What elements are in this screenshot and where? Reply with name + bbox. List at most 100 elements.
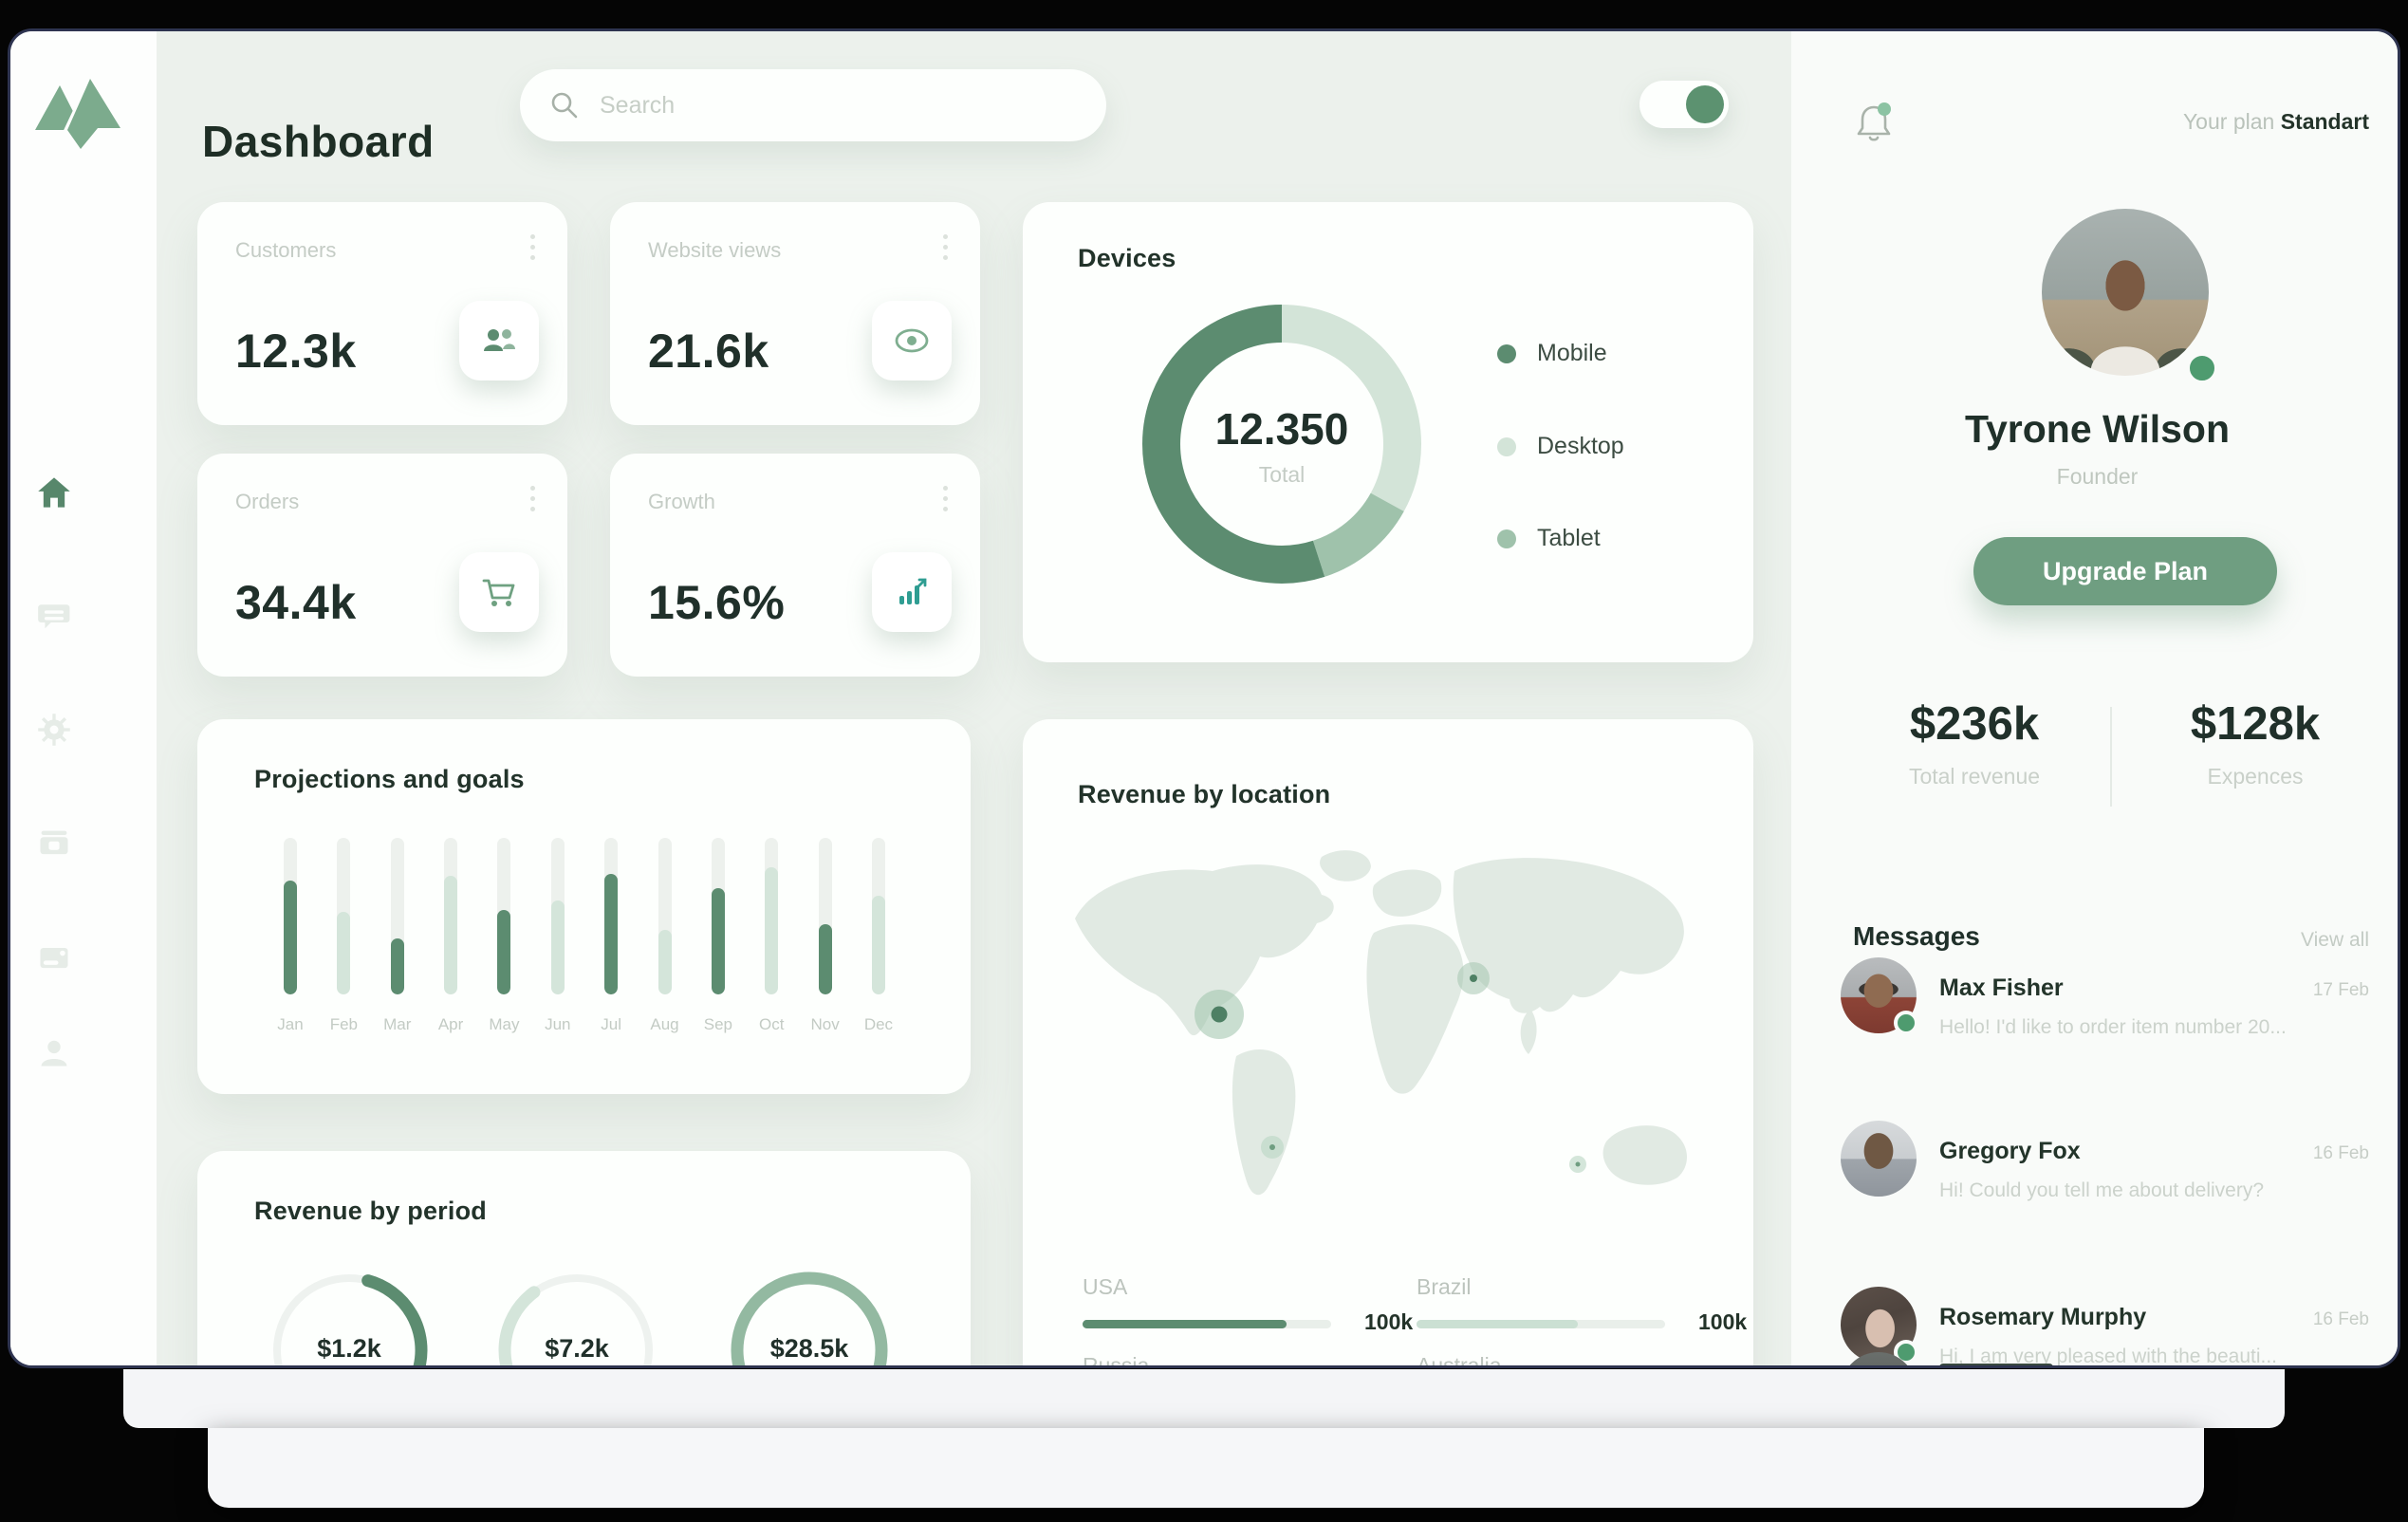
toggle-knob xyxy=(1686,85,1724,123)
bar-jan: Jan xyxy=(271,838,309,1056)
revenue-period-title: Revenue by period xyxy=(254,1197,487,1226)
total-revenue-label: Total revenue xyxy=(1842,764,2107,789)
more-menu-icon[interactable] xyxy=(529,486,535,511)
message-sender: Gregory Fox xyxy=(1939,1138,2081,1165)
location-country-partial: Australia xyxy=(1417,1353,1501,1368)
message-sender-clipped xyxy=(1939,1364,2053,1368)
stat-card-customers: Customers 12.3k xyxy=(197,202,567,425)
growth-icon xyxy=(872,552,952,632)
stat-value: 34.4k xyxy=(235,575,357,630)
chat-icon xyxy=(36,598,72,639)
map-marker-brazil xyxy=(1261,1136,1284,1159)
legend-dot-desktop xyxy=(1497,437,1516,456)
devices-total-value: 12.350 xyxy=(1135,403,1429,455)
map-marker-australia xyxy=(1569,1156,1586,1173)
online-status-dot xyxy=(2186,352,2218,384)
legend-item-desktop: Desktop xyxy=(1497,433,1624,460)
bar-oct: Oct xyxy=(752,838,790,1056)
sidebar-item-wallet[interactable] xyxy=(35,826,73,864)
sidebar xyxy=(10,31,157,1365)
plan-value: Standart xyxy=(2281,109,2369,134)
online-status-dot xyxy=(1894,1011,1918,1035)
sidebar-item-home[interactable] xyxy=(35,475,73,513)
bar-feb: Feb xyxy=(324,838,362,1056)
search-input[interactable] xyxy=(598,91,1057,121)
legend-label: Desktop xyxy=(1537,433,1624,460)
total-revenue-value: $236k xyxy=(1842,697,2107,751)
upgrade-plan-button[interactable]: Upgrade Plan xyxy=(1973,537,2277,605)
message-preview: Hello! I'd like to order item number 20.… xyxy=(1939,1016,2357,1039)
revenue-ring-3: $28.5k xyxy=(729,1270,890,1368)
stage: Dashboard Customers 12.3k Website views … xyxy=(0,0,2408,1522)
bar-mar: Mar xyxy=(379,838,417,1056)
view-all-link[interactable]: View all xyxy=(2301,929,2369,952)
legend-dot-tablet xyxy=(1497,529,1516,548)
location-bar-usa xyxy=(1083,1320,1331,1328)
ring-value: $7.2k xyxy=(496,1334,658,1364)
stat-label: Growth xyxy=(648,490,715,514)
card-icon xyxy=(36,939,72,980)
profile-name: Tyrone Wilson xyxy=(1791,407,2400,452)
devices-donut-chart: 12.350 Total xyxy=(1135,297,1429,591)
sidebar-item-settings[interactable] xyxy=(35,713,73,751)
search-icon xyxy=(548,89,581,121)
avatar xyxy=(1841,1121,1917,1197)
notification-dot xyxy=(1878,102,1891,116)
theme-toggle[interactable] xyxy=(1639,81,1729,128)
location-country-partial: Russia xyxy=(1083,1353,1149,1368)
cart-icon xyxy=(459,552,539,632)
home-icon xyxy=(36,474,72,515)
message-date: 16 Feb xyxy=(2313,1309,2369,1330)
bar-apr: Apr xyxy=(432,838,470,1056)
stat-card-orders: Orders 34.4k xyxy=(197,454,567,677)
messages-heading: Messages xyxy=(1853,921,1980,952)
stat-label: Customers xyxy=(235,238,336,263)
sidebar-item-card[interactable] xyxy=(35,940,73,978)
location-value: 100k xyxy=(1364,1309,1413,1335)
bar-jul: Jul xyxy=(592,838,630,1056)
message-sender: Max Fisher xyxy=(1939,974,2064,1002)
legend-label: Tablet xyxy=(1537,525,1601,552)
revenue-location-card: Revenue by location xyxy=(1023,719,1753,1368)
revenue-location-title: Revenue by location xyxy=(1078,780,1330,809)
stacked-page-back-1 xyxy=(123,1369,2285,1428)
profile-avatar[interactable] xyxy=(2042,209,2209,376)
stat-value: 21.6k xyxy=(648,324,769,379)
expences-value: $128k xyxy=(2122,697,2388,751)
message-date: 16 Feb xyxy=(2313,1143,2369,1164)
more-menu-icon[interactable] xyxy=(942,486,948,511)
bar-may: May xyxy=(485,838,523,1056)
message-date: 17 Feb xyxy=(2313,980,2369,1001)
search-bar[interactable] xyxy=(520,69,1106,141)
revenue-ring-1: $1.2k xyxy=(269,1270,430,1368)
more-menu-icon[interactable] xyxy=(942,234,948,260)
map-marker-usa xyxy=(1195,990,1244,1039)
message-preview: Hi! Could you tell me about delivery? xyxy=(1939,1179,2357,1202)
stat-value: 15.6% xyxy=(648,575,785,630)
stat-card-website-views: Website views 21.6k xyxy=(610,202,980,425)
bar-aug: Aug xyxy=(646,838,684,1056)
bar-nov: Nov xyxy=(806,838,844,1056)
legend-item-mobile: Mobile xyxy=(1497,340,1607,367)
location-country: Brazil xyxy=(1417,1274,1472,1300)
bar-sep: Sep xyxy=(699,838,737,1056)
location-value: 100k xyxy=(1698,1309,1747,1335)
divider xyxy=(2110,707,2112,807)
legend-label: Mobile xyxy=(1537,340,1607,367)
location-country: USA xyxy=(1083,1274,1127,1300)
world-map xyxy=(1037,828,1739,1251)
stat-card-growth: Growth 15.6% xyxy=(610,454,980,677)
revenue-ring-2: $7.2k xyxy=(496,1270,658,1368)
devices-card: Devices 12.350 Total Mobile Desktop xyxy=(1023,202,1753,662)
settings-icon xyxy=(36,712,72,752)
stat-label: Orders xyxy=(235,490,299,514)
expences-label: Expences xyxy=(2122,764,2388,789)
devices-total-label: Total xyxy=(1135,462,1429,488)
sidebar-item-profile[interactable] xyxy=(35,1035,73,1073)
sidebar-item-chat[interactable] xyxy=(35,599,73,637)
wallet-icon xyxy=(36,826,72,866)
profile-icon xyxy=(36,1034,72,1075)
stat-label: Website views xyxy=(648,238,781,263)
bell-icon[interactable] xyxy=(1853,100,1895,150)
more-menu-icon[interactable] xyxy=(529,234,535,260)
